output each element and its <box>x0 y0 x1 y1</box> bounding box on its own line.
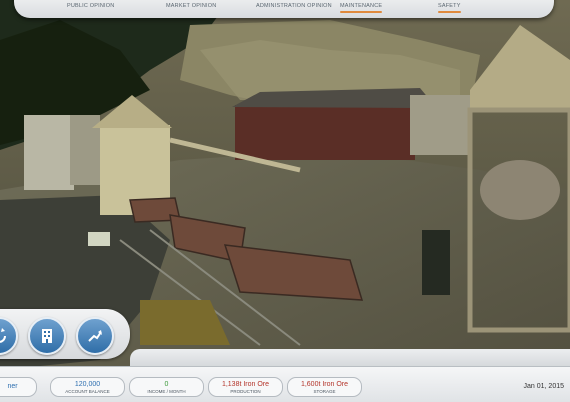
rotate-icon <box>0 328 6 343</box>
tab-public-opinion[interactable]: PUBLIC OPINION <box>67 3 114 9</box>
rotate-view-button[interactable] <box>0 317 18 355</box>
tab-maintenance[interactable]: MAINTENANCE <box>340 3 383 13</box>
game-date: Jan 01, 2015 <box>523 383 564 390</box>
tab-market-opinion[interactable]: MARKET OPINION <box>166 3 216 9</box>
tab-administration-opinion[interactable]: ADMINISTRATION OPINION <box>256 3 332 9</box>
tab-label: PUBLIC OPINION <box>67 3 115 9</box>
production-pill[interactable]: 1,138t Iron Ore PRODUCTION <box>208 377 283 397</box>
tab-active-indicator <box>438 11 461 13</box>
income-value: 0 <box>164 381 169 388</box>
top-menu-bar: PUBLIC OPINION MARKET OPINION ADMINISTRA… <box>14 0 554 18</box>
income-pill[interactable]: 0 INCOME / MONTH <box>129 377 204 397</box>
trend-chart-icon <box>88 330 102 342</box>
income-label: INCOME / MONTH <box>147 389 186 394</box>
storage-label: STORAGE <box>313 389 336 394</box>
bottom-panel-edge <box>130 349 570 366</box>
tab-label: MAINTENANCE <box>340 3 383 9</box>
account-balance-pill[interactable]: 120,000 ACCOUNT BALANCE <box>50 377 125 397</box>
tab-label: MARKET OPINION <box>166 3 217 9</box>
partial-stat-value: ner <box>7 383 18 390</box>
tab-label: SAFETY <box>438 3 461 9</box>
production-label: PRODUCTION <box>230 389 261 394</box>
buildings-button[interactable] <box>28 317 66 355</box>
storage-pill[interactable]: 1,600t Iron Ore STORAGE <box>287 377 362 397</box>
tool-panel <box>0 309 130 359</box>
building-icon <box>42 329 52 343</box>
production-value: 1,138t Iron Ore <box>221 381 270 388</box>
account-balance-value: 120,000 <box>74 381 101 388</box>
tab-label: ADMINISTRATION OPINION <box>256 3 332 9</box>
partial-stat-pill[interactable]: ner <box>0 377 37 397</box>
storage-value: 1,600t Iron Ore <box>300 381 349 388</box>
tab-safety[interactable]: SAFETY <box>438 3 461 13</box>
tab-active-indicator <box>340 11 383 13</box>
statistics-button[interactable] <box>76 317 114 355</box>
account-balance-label: ACCOUNT BALANCE <box>65 389 110 394</box>
